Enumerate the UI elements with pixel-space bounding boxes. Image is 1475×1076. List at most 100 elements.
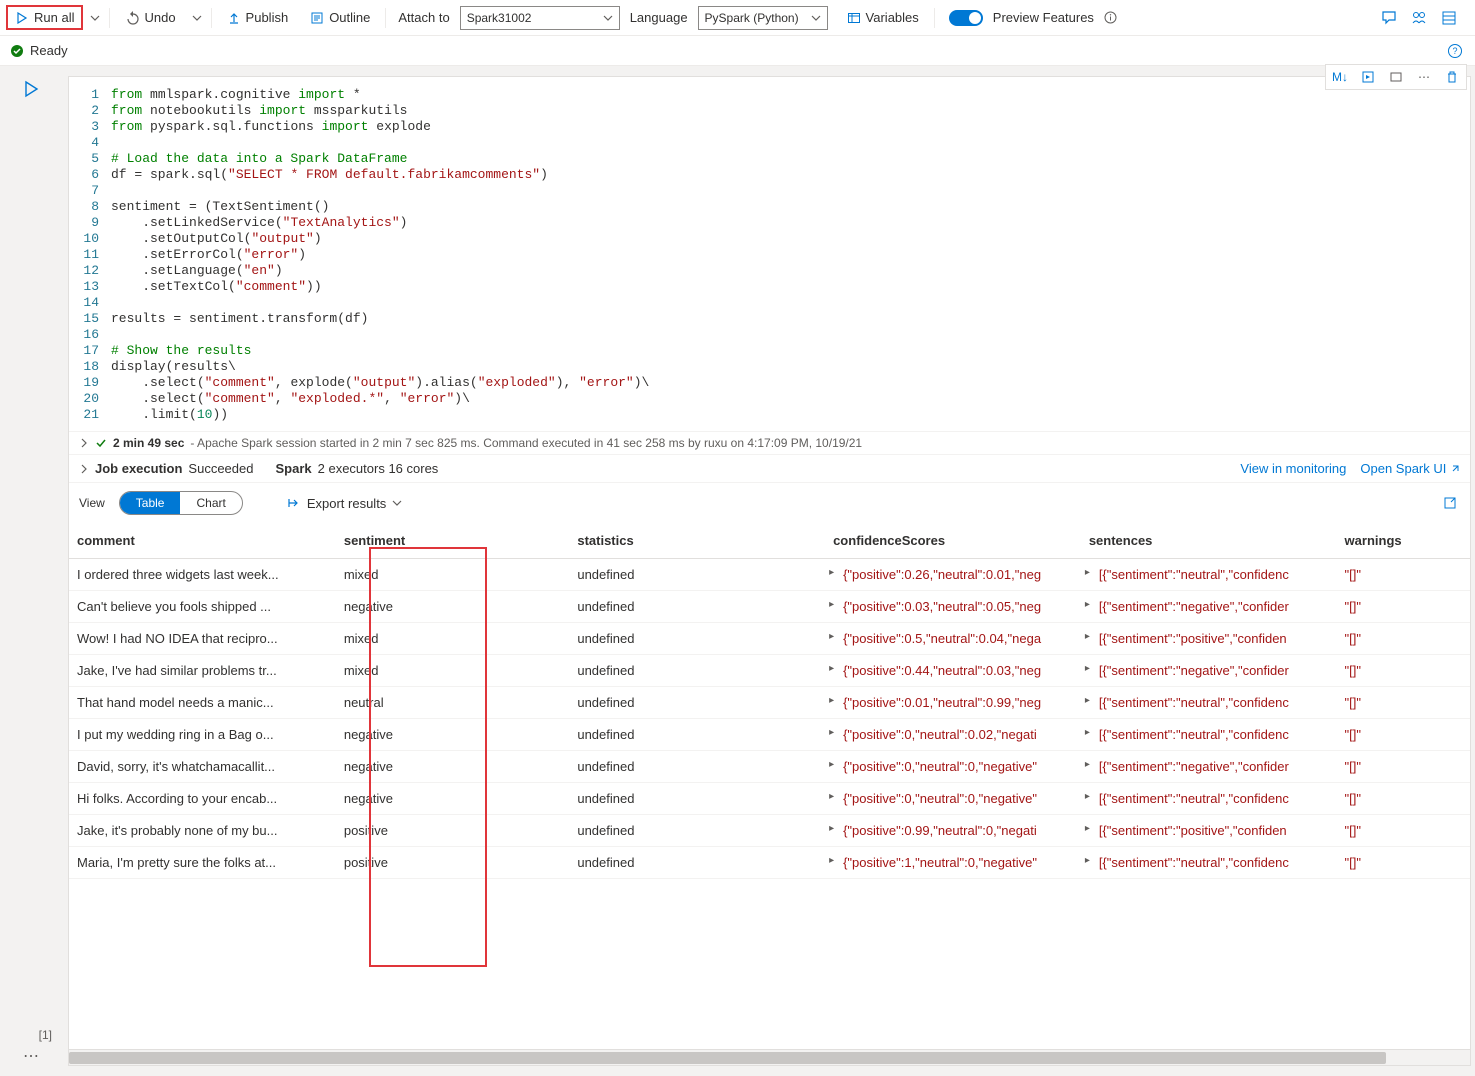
spark-detail: 2 executors 16 cores [318, 461, 439, 476]
table-row[interactable]: Jake, it's probably none of my bu...posi… [69, 815, 1470, 847]
info-icon[interactable] [1104, 11, 1118, 25]
cell-sentences[interactable]: [{"sentiment":"neutral","confidenc [1081, 783, 1337, 815]
cell-settings-icon[interactable] [1386, 67, 1406, 87]
table-row[interactable]: I put my wedding ring in a Bag o...negat… [69, 719, 1470, 751]
separator [109, 8, 110, 28]
execution-status[interactable]: 2 min 49 sec - Apache Spark session star… [69, 431, 1470, 454]
cell-confidence[interactable]: {"positive":0.03,"neutral":0.05,"neg [825, 591, 1081, 623]
cell-warnings[interactable]: "[]" [1337, 623, 1470, 655]
cell-warnings[interactable]: "[]" [1337, 719, 1470, 751]
cell-sentences[interactable]: [{"sentiment":"positive","confiden [1081, 623, 1337, 655]
open-spark-ui-link[interactable]: Open Spark UI [1360, 461, 1460, 476]
table-row[interactable]: Can't believe you fools shipped ...negat… [69, 591, 1470, 623]
col-statistics[interactable]: statistics [569, 523, 825, 559]
cell-warnings[interactable]: "[]" [1337, 591, 1470, 623]
cell-statistics: undefined [569, 783, 825, 815]
markdown-icon[interactable]: M↓ [1330, 67, 1350, 87]
cell-warnings[interactable]: "[]" [1337, 655, 1470, 687]
table-row[interactable]: That hand model needs a manic...neutralu… [69, 687, 1470, 719]
variables-button[interactable]: Variables [838, 5, 928, 30]
col-sentences[interactable]: sentences [1081, 523, 1337, 559]
cell-sentences[interactable]: [{"sentiment":"neutral","confidenc [1081, 559, 1337, 591]
comment-icon[interactable] [1379, 8, 1399, 28]
chevron-down-icon [392, 498, 402, 508]
undo-button[interactable]: Undo [116, 5, 184, 30]
col-sentiment[interactable]: sentiment [336, 523, 570, 559]
code-content: from mmlspark.cognitive import * from no… [111, 87, 1470, 423]
cell-confidence[interactable]: {"positive":0,"neutral":0,"negative" [825, 783, 1081, 815]
cell-warnings[interactable]: "[]" [1337, 847, 1470, 879]
preview-label: Preview Features [987, 10, 1100, 25]
cell-run-icon[interactable] [1358, 67, 1378, 87]
run-all-button[interactable]: Run all [6, 5, 83, 30]
more-icon[interactable]: ⋯ [1414, 67, 1434, 87]
cell-confidence[interactable]: {"positive":0,"neutral":0.02,"negati [825, 719, 1081, 751]
cell-comment: I put my wedding ring in a Bag o... [69, 719, 336, 751]
properties-icon[interactable] [1439, 8, 1459, 28]
col-comment[interactable]: comment [69, 523, 336, 559]
cell-sentiment: mixed [336, 559, 570, 591]
attach-to-value: Spark31002 [467, 11, 532, 25]
attach-to-select[interactable]: Spark31002 [460, 6, 620, 30]
cell-confidence[interactable]: {"positive":0.26,"neutral":0.01,"neg [825, 559, 1081, 591]
separator [385, 8, 386, 28]
cell-warnings[interactable]: "[]" [1337, 815, 1470, 847]
cell-warnings[interactable]: "[]" [1337, 751, 1470, 783]
cell-sentences[interactable]: [{"sentiment":"negative","confider [1081, 655, 1337, 687]
collab-icon[interactable] [1409, 8, 1429, 28]
undo-dropdown[interactable] [189, 8, 205, 28]
language-select[interactable]: PySpark (Python) [698, 6, 828, 30]
view-bar: View Table Chart Export results [69, 483, 1470, 523]
cell-sentences[interactable]: [{"sentiment":"neutral","confidenc [1081, 719, 1337, 751]
chevron-right-icon[interactable] [79, 464, 89, 474]
variables-icon [847, 11, 861, 25]
cell-warnings[interactable]: "[]" [1337, 687, 1470, 719]
run-all-dropdown[interactable] [87, 8, 103, 28]
cell-sentences[interactable]: [{"sentiment":"negative","confider [1081, 751, 1337, 783]
cell-statistics: undefined [569, 687, 825, 719]
cell-sentiment: positive [336, 847, 570, 879]
view-monitoring-link[interactable]: View in monitoring [1240, 461, 1346, 476]
status-text: Ready [30, 43, 68, 58]
view-table-tab[interactable]: Table [120, 492, 181, 514]
maximize-icon[interactable] [1440, 493, 1460, 513]
outline-button[interactable]: Outline [301, 5, 379, 30]
cell-sentences[interactable]: [{"sentiment":"neutral","confidenc [1081, 687, 1337, 719]
cell-comment: Wow! I had NO IDEA that recipro... [69, 623, 336, 655]
cell-sentiment: negative [336, 783, 570, 815]
cell-confidence[interactable]: {"positive":0.44,"neutral":0.03,"neg [825, 655, 1081, 687]
language-value: PySpark (Python) [705, 11, 799, 25]
cell-sentences[interactable]: [{"sentiment":"neutral","confidenc [1081, 847, 1337, 879]
table-row[interactable]: I ordered three widgets last week...mixe… [69, 559, 1470, 591]
cell-sentences[interactable]: [{"sentiment":"negative","confider [1081, 591, 1337, 623]
cell-confidence[interactable]: {"positive":0.99,"neutral":0,"negati [825, 815, 1081, 847]
code-editor[interactable]: 123456789101112131415161718192021 from m… [69, 77, 1470, 431]
table-row[interactable]: Maria, I'm pretty sure the folks at...po… [69, 847, 1470, 879]
table-row[interactable]: Jake, I've had similar problems tr...mix… [69, 655, 1470, 687]
cell-confidence[interactable]: {"positive":0.5,"neutral":0.04,"nega [825, 623, 1081, 655]
cell-confidence[interactable]: {"positive":1,"neutral":0,"negative" [825, 847, 1081, 879]
col-warnings[interactable]: warnings [1337, 523, 1470, 559]
delete-icon[interactable] [1442, 67, 1462, 87]
publish-button[interactable]: Publish [218, 5, 298, 30]
horizontal-scrollbar[interactable] [69, 1049, 1470, 1065]
help-icon[interactable]: ? [1445, 41, 1465, 61]
table-row[interactable]: David, sorry, it's whatchamacallit...neg… [69, 751, 1470, 783]
table-row[interactable]: Wow! I had NO IDEA that recipro...mixedu… [69, 623, 1470, 655]
view-chart-tab[interactable]: Chart [180, 492, 241, 514]
cell-warnings[interactable]: "[]" [1337, 559, 1470, 591]
chevron-right-icon [79, 438, 89, 448]
cell-sentences[interactable]: [{"sentiment":"positive","confiden [1081, 815, 1337, 847]
exec-time: 2 min 49 sec [113, 436, 184, 450]
cell-sentiment: negative [336, 719, 570, 751]
export-results-button[interactable]: Export results [257, 496, 402, 511]
col-confidence[interactable]: confidenceScores [825, 523, 1081, 559]
cell-confidence[interactable]: {"positive":0.01,"neutral":0.99,"neg [825, 687, 1081, 719]
table-row[interactable]: Hi folks. According to your encab...nega… [69, 783, 1470, 815]
cell-warnings[interactable]: "[]" [1337, 783, 1470, 815]
run-cell-button[interactable] [22, 80, 40, 98]
preview-toggle[interactable] [949, 10, 983, 26]
scrollbar-thumb[interactable] [69, 1052, 1386, 1064]
cell-confidence[interactable]: {"positive":0,"neutral":0,"negative" [825, 751, 1081, 783]
cell-more-icon[interactable]: ⋯ [23, 1046, 39, 1066]
